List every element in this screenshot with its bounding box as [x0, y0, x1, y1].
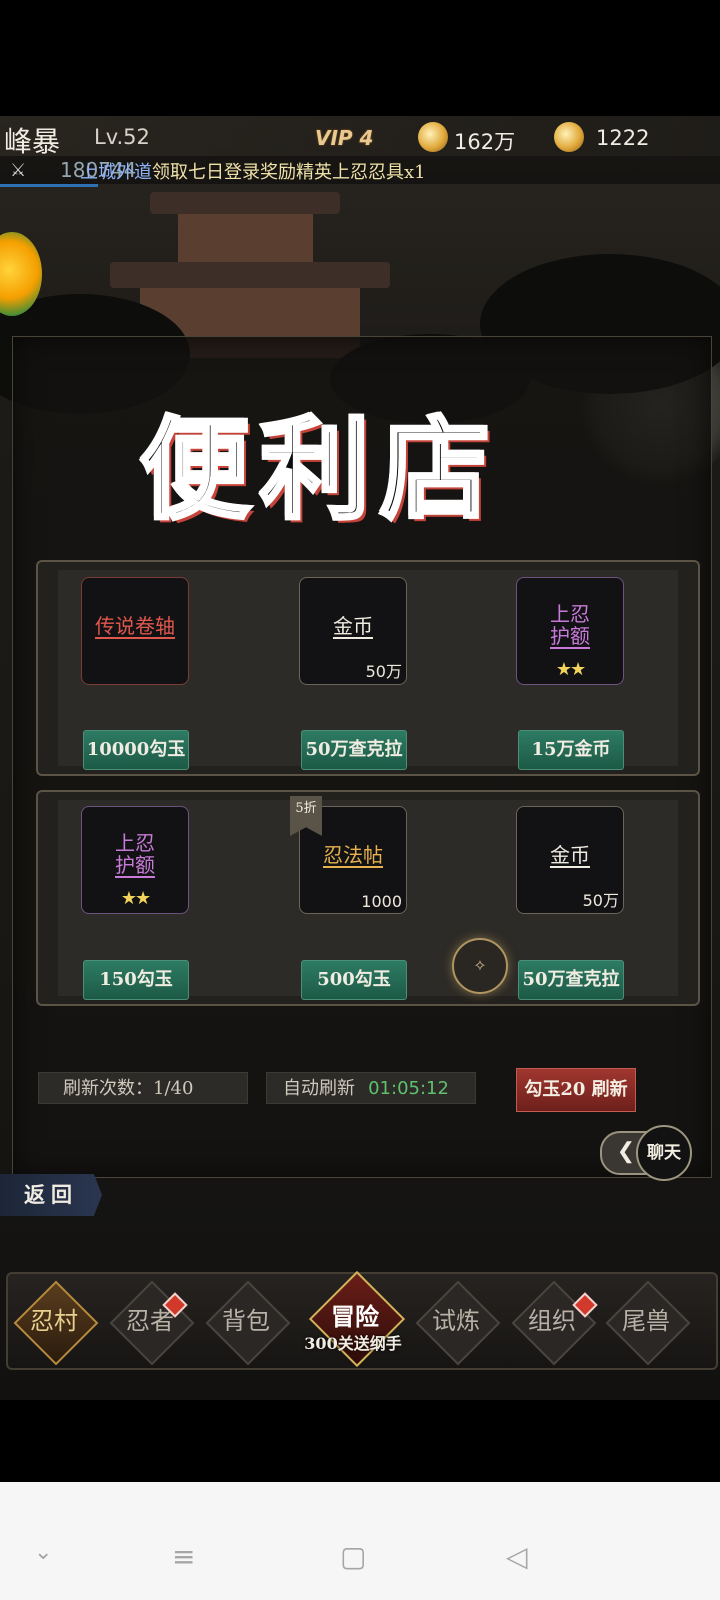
- back-button[interactable]: 返回: [0, 1174, 102, 1216]
- player-name[interactable]: 峰暴: [4, 120, 60, 160]
- auto-refresh-label: 自动刷新: [283, 1078, 355, 1099]
- buy-button-ninja-scroll[interactable]: 500勾玉: [301, 960, 407, 1000]
- pagoda-floor-upper: [178, 214, 313, 264]
- player-level: Lv.52: [94, 125, 150, 149]
- buy-button-gold[interactable]: 50万查克拉: [301, 730, 407, 770]
- item-quantity: 50万: [365, 662, 402, 681]
- buy-button-jonin-headband[interactable]: 15万金币: [518, 730, 624, 770]
- item-name-line1: 上忍: [550, 602, 590, 626]
- back-triangle-icon[interactable]: ◁: [506, 1540, 528, 1573]
- shop-item-gold[interactable]: 金币 50万: [516, 806, 624, 914]
- item-name-line1: 上忍: [115, 831, 155, 855]
- shop-title: 便利店: [138, 405, 500, 534]
- refresh-count: 刷新次数：1/40: [63, 1078, 194, 1099]
- nav-tailed-beast[interactable]: 尾兽: [604, 1280, 691, 1366]
- announcement-message: 领取七日登录奖励精英上忍忍具x1: [152, 162, 426, 183]
- buy-button-gold[interactable]: 50万查克拉: [518, 960, 624, 1000]
- auto-refresh-box: 自动刷新 01:05:12: [266, 1072, 476, 1104]
- item-name: 金币: [333, 614, 373, 638]
- adventure-promo: 300关送纲手: [304, 1334, 402, 1353]
- item-name-line2: 护额: [550, 624, 590, 648]
- refresh-count-box: 刷新次数：1/40: [38, 1072, 248, 1104]
- nav-bag[interactable]: 背包: [204, 1280, 291, 1366]
- coin-amount: 162万: [454, 130, 516, 154]
- shop-item-gold[interactable]: 金币 50万: [299, 577, 407, 685]
- sparkle-icon[interactable]: ✧: [452, 938, 508, 994]
- nav-label: 尾兽: [622, 1307, 670, 1335]
- crossed-swords-icon: ⚔: [10, 160, 27, 181]
- star-rating: ★★: [555, 659, 586, 680]
- nav-label: 忍村: [30, 1307, 78, 1335]
- shop-item-jonin-headband[interactable]: 上忍 护额 ★★: [81, 806, 189, 914]
- chat-button[interactable]: ❮ 聊天: [600, 1125, 692, 1181]
- announcement-text: 上城外道领取七日登录奖励精英上忍忍具x1: [80, 158, 426, 184]
- buy-button-legend-scroll[interactable]: 10000勾玉: [83, 730, 189, 770]
- chat-label: 聊天: [636, 1125, 692, 1181]
- announcement-player: 上城外道: [80, 162, 152, 183]
- shop-item-jonin-headband[interactable]: 上忍 护额 ★★: [516, 577, 624, 685]
- star-rating: ★★: [120, 888, 151, 909]
- nav-label: 试炼: [432, 1307, 480, 1335]
- nav-village[interactable]: 忍村: [12, 1280, 99, 1366]
- auto-refresh-timer: 01:05:12: [368, 1078, 449, 1099]
- chevron-down-icon[interactable]: ⌄: [34, 1540, 52, 1565]
- vip-badge[interactable]: VIP 4: [315, 126, 373, 150]
- coin-add-icon[interactable]: [418, 122, 448, 152]
- gouyu-amount: 1222: [596, 126, 650, 150]
- shop-item-legend-scroll[interactable]: 传说卷轴: [81, 577, 189, 685]
- home-square-icon[interactable]: ▢: [340, 1540, 366, 1573]
- item-quantity: 50万: [582, 891, 619, 910]
- power-progress-bar: [0, 184, 98, 187]
- item-name: 传说卷轴: [95, 614, 175, 638]
- gouyu-add-icon[interactable]: [554, 122, 584, 152]
- buy-button-jonin-headband[interactable]: 150勾玉: [83, 960, 189, 1000]
- item-quantity: 1000: [361, 892, 402, 911]
- item-name-line2: 护额: [115, 853, 155, 877]
- nav-trial[interactable]: 试炼: [414, 1280, 501, 1366]
- pagoda-roof-lower: [110, 262, 390, 288]
- nav-label: 背包: [222, 1307, 270, 1335]
- item-name: 忍法帖: [323, 843, 383, 867]
- refresh-button[interactable]: 勾玉20 刷新: [516, 1068, 636, 1112]
- item-name: 金币: [550, 843, 590, 867]
- pagoda-roof-top: [150, 192, 340, 214]
- menu-icon[interactable]: ≡: [172, 1540, 195, 1573]
